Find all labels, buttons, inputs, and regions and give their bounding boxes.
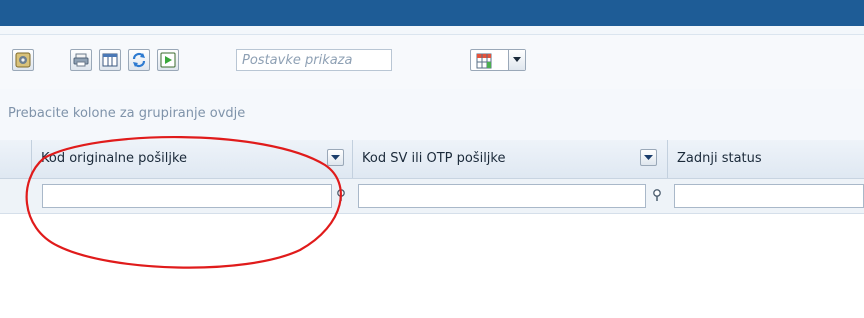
top-bar: [0, 0, 864, 26]
view-settings-input[interactable]: [236, 49, 392, 71]
export-icon: [160, 52, 176, 68]
column-header-last-status[interactable]: Zadnji status: [667, 140, 864, 178]
columns-icon: [102, 53, 118, 67]
filter-input-original-code[interactable]: [42, 184, 332, 208]
layout-dropdown-button[interactable]: [508, 50, 525, 70]
grid-layout-icon: [476, 53, 492, 69]
column-header-label: Zadnji status: [677, 151, 762, 166]
top-bar-separator: [0, 26, 864, 35]
column-header-sv-otp-code[interactable]: Kod SV ili OTP pošiljke: [352, 140, 667, 178]
refresh-settings-button[interactable]: [12, 49, 34, 71]
print-button[interactable]: [70, 49, 92, 71]
grid-header-row: Kod originalne pošiljke Kod SV ili OTP p…: [0, 140, 864, 179]
refresh-settings-icon: [15, 52, 31, 68]
group-by-panel[interactable]: Prebacite kolone za grupiranje ovdje: [0, 89, 864, 141]
columns-button[interactable]: [99, 49, 121, 71]
export-button[interactable]: [157, 49, 179, 71]
column-header-label: Kod SV ili OTP pošiljke: [362, 151, 506, 166]
filter-input-last-status[interactable]: [674, 184, 864, 208]
print-icon: [73, 53, 89, 67]
reload-button[interactable]: [128, 49, 150, 71]
chevron-down-icon: [331, 154, 340, 160]
reload-icon: [132, 52, 146, 68]
column-menu-button[interactable]: [640, 149, 657, 166]
column-menu-button[interactable]: [327, 149, 344, 166]
grid-body: [0, 214, 864, 318]
filter-input-sv-otp-code[interactable]: [358, 184, 646, 208]
grid-toolbar: [0, 35, 864, 89]
layout-selector[interactable]: [470, 49, 526, 71]
group-by-hint: Prebacite kolone za grupiranje ovdje: [8, 106, 246, 121]
column-header-label: Kod originalne pošiljke: [41, 151, 188, 166]
chevron-down-icon: [513, 57, 521, 62]
chevron-down-icon: [644, 154, 653, 160]
filter-icon[interactable]: [652, 189, 662, 202]
grid-filter-row: [0, 179, 864, 214]
filter-icon[interactable]: [336, 189, 346, 202]
column-header-original-code[interactable]: Kod originalne pošiljke: [31, 140, 352, 178]
